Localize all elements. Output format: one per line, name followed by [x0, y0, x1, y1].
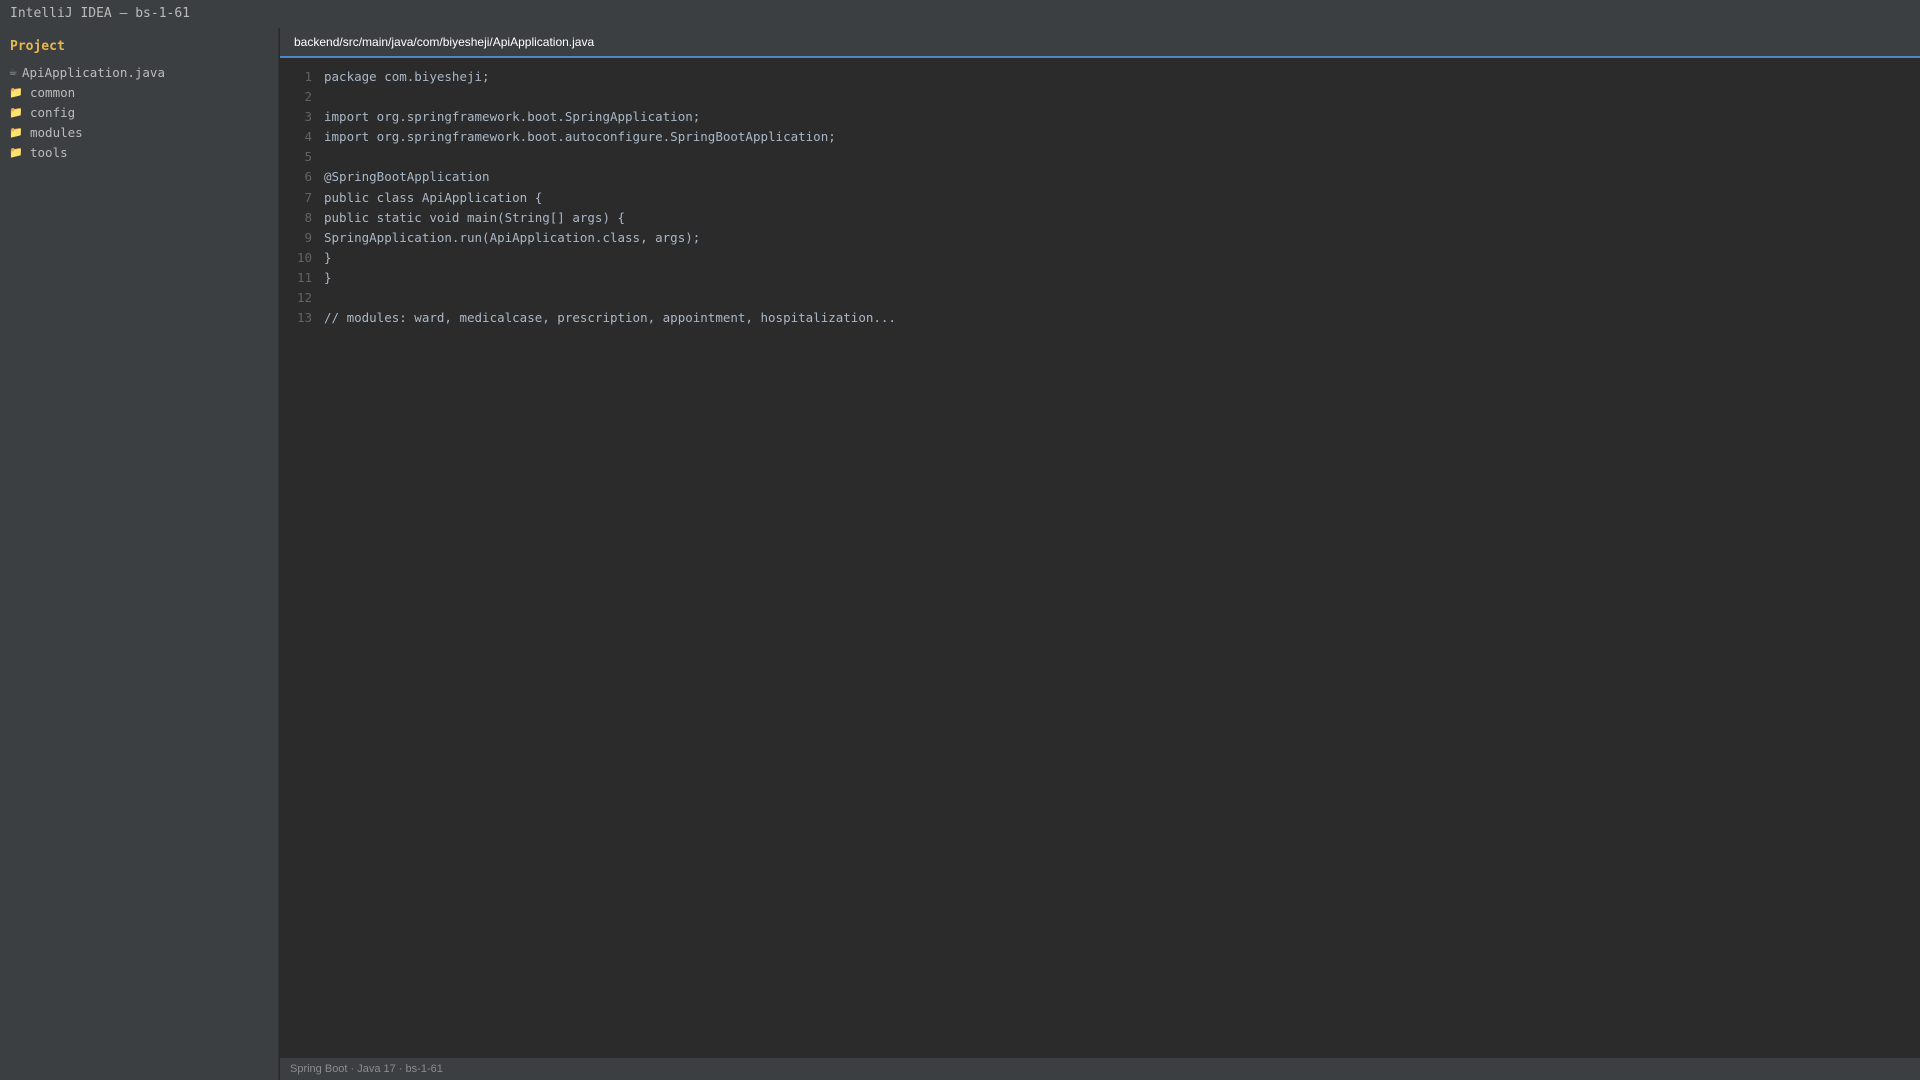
- line-number: 2: [304, 89, 312, 105]
- code-line: 2: [280, 87, 1920, 107]
- line-text: }: [324, 249, 332, 265]
- line-text: @SpringBootApplication: [324, 169, 490, 185]
- line-number: 5: [304, 149, 312, 165]
- line-number: 10: [296, 249, 312, 265]
- tree-item-config[interactable]: 📁 config: [0, 102, 278, 122]
- code-line: 11}: [280, 268, 1920, 288]
- tree-item-label: ApiApplication.java: [22, 64, 165, 80]
- code-line: 3 import org.springframework.boot.SpringA…: [280, 107, 1920, 127]
- folder-icon: 📁: [9, 85, 23, 99]
- code-line: 7 public class ApiApplication {: [280, 188, 1920, 208]
- line-number: 7: [304, 189, 312, 205]
- line-text: import org.springframework.boot.SpringAp…: [324, 109, 701, 125]
- code-line: 8 public static void main(String[] args) …: [280, 208, 1920, 228]
- java-file-icon: ☕: [8, 66, 18, 78]
- line-text: public class ApiApplication {: [324, 189, 543, 205]
- tree-item-label: modules: [30, 124, 83, 140]
- code-line: 1 package com.biyesheji;: [280, 67, 1920, 87]
- tree-item-label: common: [30, 84, 76, 100]
- status-bar: Spring Boot · Java 17 · bs-1-61: [280, 1058, 1920, 1080]
- tree-item-apiapplication-java[interactable]: ☕ ApiApplication.java: [0, 62, 278, 82]
- line-text: package com.biyesheji;: [324, 69, 490, 84]
- code-line: 9 SpringApplication.run(ApiApplication.cl…: [280, 228, 1920, 248]
- code-line: 4 import org.springframework.boot.autocon…: [280, 127, 1920, 147]
- code-line: 13 // modules: ward, medicalcase, prescri…: [280, 308, 1920, 328]
- tree-item-modules[interactable]: 📁 modules: [0, 122, 278, 142]
- code-editor[interactable]: backend/src/main/java/com/biyesheji/ApiA…: [280, 28, 1920, 1058]
- sidebar-title: Project: [10, 39, 65, 54]
- line-number: 4: [304, 129, 312, 145]
- code-line: 6 @SpringBootApplication: [280, 167, 1920, 187]
- line-text: import org.springframework.boot.autoconf…: [324, 129, 836, 145]
- tree-item-label: tools: [30, 144, 68, 160]
- project-sidebar: Project ☕ ApiApplication.java 📁 common 📁…: [0, 28, 279, 1080]
- tree-item-common[interactable]: 📁 common: [0, 82, 278, 102]
- line-text: public static void main(String[] args) {: [324, 209, 626, 225]
- line-number: 1: [304, 69, 312, 84]
- code-line: 12: [280, 288, 1920, 308]
- line-number: 9: [304, 229, 312, 245]
- code-line: 5: [280, 147, 1920, 167]
- editor-tab-bar: backend/src/main/java/com/biyesheji/ApiA…: [280, 28, 1920, 58]
- line-text: }: [324, 269, 332, 285]
- line-text: SpringApplication.run(ApiApplication.cla…: [324, 229, 701, 245]
- line-number: 3: [304, 109, 312, 125]
- code-area[interactable]: 1 package com.biyesheji; 2 3 import org.sp…: [280, 58, 1920, 328]
- line-number: 8: [304, 209, 312, 225]
- code-line: 10}: [280, 248, 1920, 268]
- line-number: 6: [304, 169, 312, 185]
- tree-item-label: config: [30, 104, 76, 120]
- folder-icon: 📁: [9, 145, 23, 159]
- line-number: 13: [296, 310, 312, 326]
- folder-icon: 📁: [9, 105, 23, 119]
- tree-item-tools[interactable]: 📁 tools: [0, 142, 278, 162]
- line-number: 12: [296, 290, 312, 306]
- editor-tab-apiapplication[interactable]: backend/src/main/java/com/biyesheji/ApiA…: [280, 35, 594, 49]
- line-text: // modules: ward, medicalcase, prescript…: [324, 310, 896, 326]
- line-number: 11: [296, 269, 312, 285]
- window-title: IntelliJ IDEA — bs-1-61: [0, 0, 1920, 28]
- folder-icon: 📁: [9, 125, 23, 139]
